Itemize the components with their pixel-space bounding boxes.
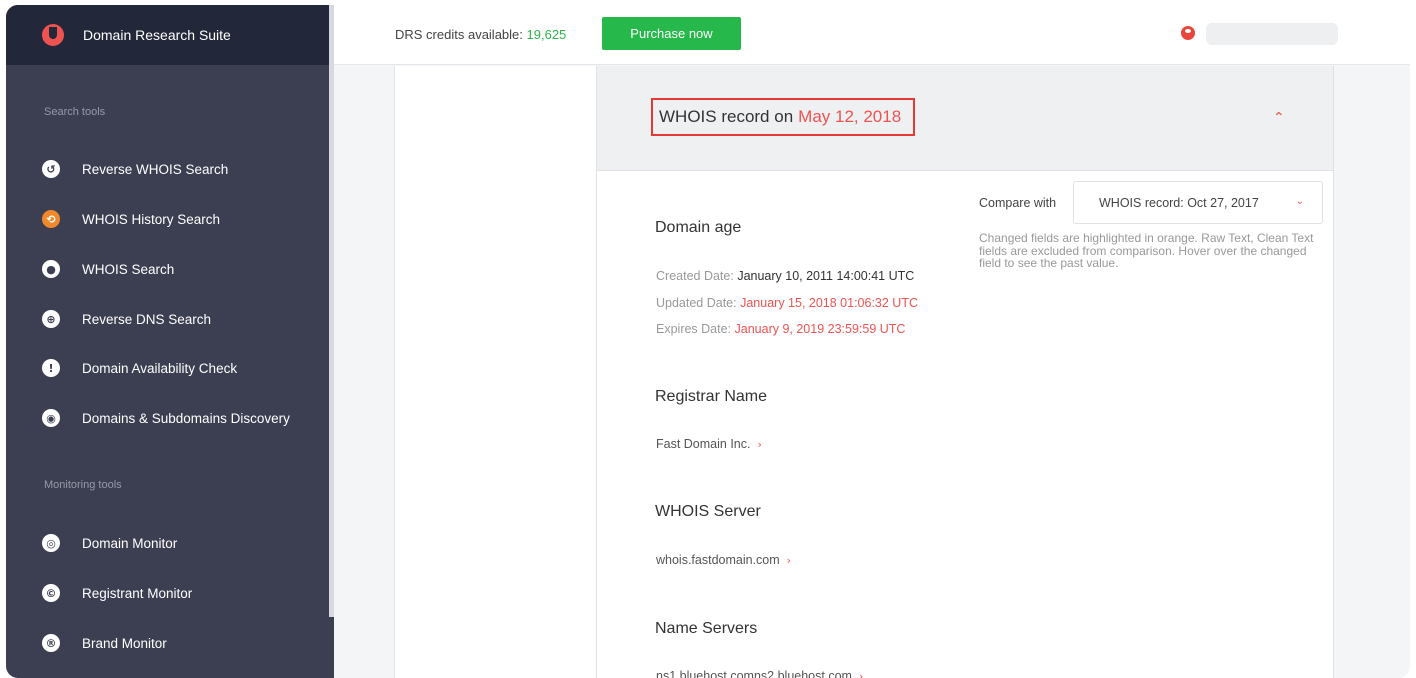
- credits-display: DRS credits available: 19,625: [395, 27, 566, 42]
- compare-label: Compare with: [979, 196, 1057, 210]
- sidebar-item-label: Domain Monitor: [82, 535, 178, 551]
- sidebar-item-whois-history[interactable]: ⟲ WHOIS History Search: [42, 207, 220, 231]
- sidebar-item-label: Brand Monitor: [82, 635, 167, 651]
- app-window: Domain Research Suite Search tools ↺ Rev…: [6, 5, 1410, 678]
- chevron-right-icon: ›: [786, 554, 792, 567]
- credits-value: 19,625: [526, 27, 567, 42]
- sidebar-item-brand-monitor[interactable]: ® Brand Monitor: [42, 631, 167, 655]
- globe-icon: ⊕: [42, 310, 60, 328]
- whois-server-heading: WHOIS Server: [655, 503, 761, 520]
- logo-icon: [42, 24, 64, 46]
- section-monitoring-tools: Monitoring tools: [44, 479, 122, 491]
- record-title: WHOIS record on May 12, 2018: [651, 98, 916, 136]
- compare-note: Changed fields are highlighted in orange…: [979, 231, 1314, 270]
- reverse-whois-icon: ↺: [42, 160, 60, 178]
- chevron-up-icon[interactable]: ⌃: [1273, 110, 1287, 126]
- sidebar-item-label: WHOIS History Search: [82, 211, 221, 227]
- sidebar-item-whois-search[interactable]: ● WHOIS Search: [42, 257, 174, 281]
- chevron-right-icon: ›: [858, 670, 864, 678]
- domain-age-heading: Domain age: [655, 219, 742, 236]
- brand-monitor-icon: ®: [42, 634, 60, 652]
- name-servers-link[interactable]: ns1.bluehost.comns2.bluehost.com ›: [656, 669, 863, 678]
- sidebar-item-label: Reverse DNS Search: [82, 311, 212, 327]
- sidebar: Domain Research Suite Search tools ↺ Rev…: [6, 5, 334, 678]
- updated-date: Updated Date: January 15, 2018 01:06:32 …: [656, 296, 918, 310]
- purchase-button[interactable]: Purchase now: [602, 17, 741, 50]
- name-servers-value: ns1.bluehost.comns2.bluehost.com: [656, 669, 852, 678]
- sidebar-item-reverse-whois[interactable]: ↺ Reverse WHOIS Search: [42, 157, 228, 181]
- whois-record-card: WHOIS record on May 12, 2018 ⌃ Domain ag…: [596, 66, 1334, 678]
- registrar-link[interactable]: Fast Domain Inc. ›: [656, 437, 762, 451]
- updated-date-label: Updated Date:: [656, 296, 737, 310]
- record-header[interactable]: WHOIS record on May 12, 2018 ⌃: [597, 66, 1333, 171]
- created-date-label: Created Date:: [656, 269, 734, 283]
- top-bar: DRS credits available: 19,625 Purchase n…: [334, 5, 1410, 65]
- sidebar-item-label: Registrant Monitor: [82, 585, 193, 601]
- record-title-prefix: WHOIS record on: [659, 107, 794, 126]
- sidebar-item-label: WHOIS Search: [82, 261, 175, 277]
- chevron-right-icon: ›: [757, 438, 762, 451]
- name-servers-heading: Name Servers: [655, 620, 758, 637]
- whois-server-link[interactable]: whois.fastdomain.com ›: [656, 553, 791, 567]
- domain-monitor-icon: ◎: [42, 534, 60, 552]
- chevron-down-icon: ⌄: [1295, 196, 1304, 207]
- app-title: Domain Research Suite: [83, 27, 231, 43]
- sidebar-item-label: Domains & Subdomains Discovery: [82, 410, 290, 426]
- sidebar-item-label: Domain Availability Check: [82, 360, 238, 376]
- user-icon[interactable]: [1181, 26, 1195, 40]
- availability-icon: !: [42, 359, 60, 377]
- sidebar-item-domain-availability[interactable]: ! Domain Availability Check: [42, 356, 237, 380]
- section-search-tools: Search tools: [44, 106, 106, 118]
- created-date-value: January 10, 2011 14:00:41 UTC: [737, 269, 915, 283]
- compare-select[interactable]: WHOIS record: Oct 27, 2017 ⌄: [1073, 181, 1323, 224]
- record-date: May 12, 2018: [798, 107, 902, 126]
- created-date: Created Date: January 10, 2011 14:00:41 …: [656, 269, 914, 283]
- user-name-redacted[interactable]: [1206, 23, 1338, 45]
- whois-history-icon: ⟲: [42, 210, 60, 228]
- compare-selected-value: WHOIS record: Oct 27, 2017: [1099, 195, 1259, 210]
- registrar-value: Fast Domain Inc.: [656, 437, 751, 451]
- sidebar-item-registrant-monitor[interactable]: © Registrant Monitor: [42, 581, 192, 605]
- sidebar-item-subdomains-discovery[interactable]: ◉ Domains & Subdomains Discovery: [42, 406, 290, 430]
- registrar-heading: Registrar Name: [655, 388, 768, 405]
- credits-label: DRS credits available:: [395, 27, 523, 42]
- expires-date-label: Expires Date:: [656, 322, 732, 336]
- expires-date-value: January 9, 2019 23:59:59 UTC: [734, 322, 906, 336]
- registrant-monitor-icon: ©: [42, 584, 60, 602]
- sidebar-item-domain-monitor[interactable]: ◎ Domain Monitor: [42, 531, 177, 555]
- whois-search-icon: ●: [42, 260, 60, 278]
- sidebar-header: Domain Research Suite: [6, 5, 334, 65]
- discovery-icon: ◉: [42, 409, 60, 427]
- sidebar-item-reverse-dns[interactable]: ⊕ Reverse DNS Search: [42, 307, 211, 331]
- expires-date: Expires Date: January 9, 2019 23:59:59 U…: [656, 322, 905, 336]
- sidebar-item-label: Reverse WHOIS Search: [82, 161, 229, 177]
- whois-server-value: whois.fastdomain.com: [656, 553, 780, 567]
- updated-date-value: January 15, 2018 01:06:32 UTC: [740, 296, 918, 310]
